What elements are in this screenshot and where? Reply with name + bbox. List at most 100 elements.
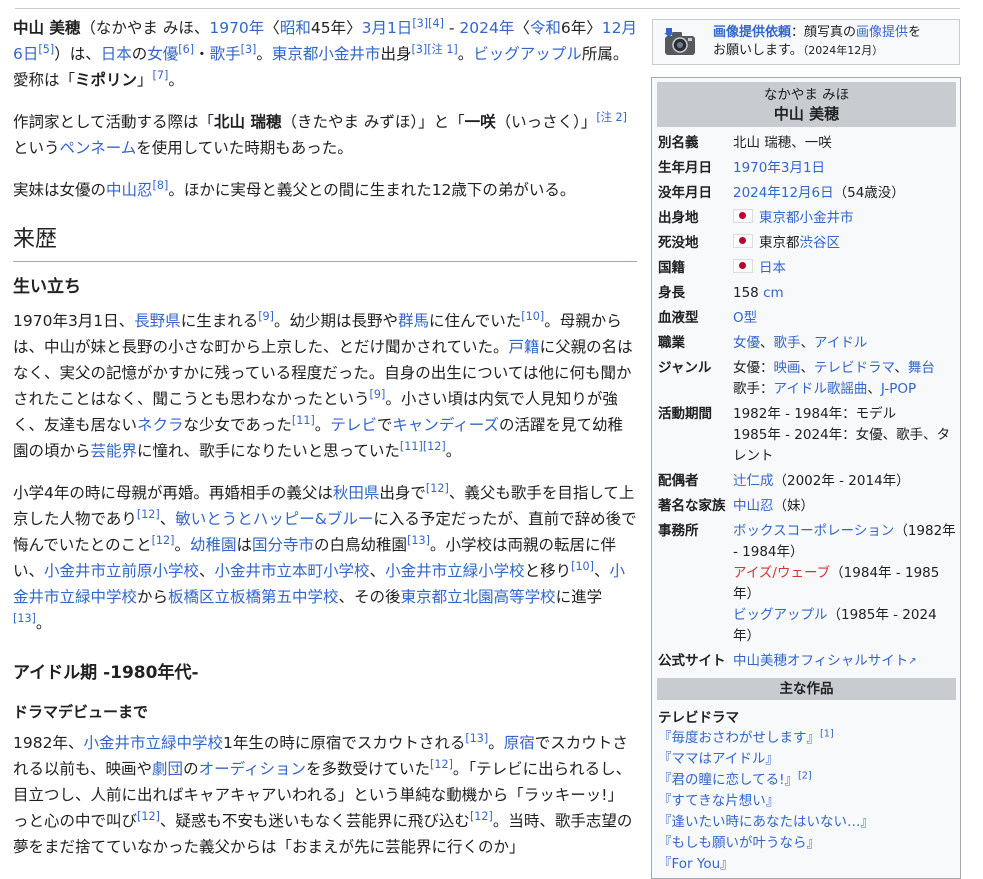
link-geinokai[interactable]: 芸能界: [91, 442, 138, 460]
link-genre-jpop[interactable]: J-POP: [881, 381, 916, 397]
link-nekura[interactable]: ネクラ: [137, 416, 184, 434]
ref-link[interactable]: [12]: [430, 758, 453, 771]
link-actress[interactable]: 女優: [147, 45, 178, 63]
link-school-1[interactable]: 小金井市立前原小学校: [44, 562, 199, 580]
link-akita[interactable]: 秋田県: [333, 484, 380, 502]
link-kindergarten[interactable]: 幼稚園: [190, 536, 237, 554]
link-group[interactable]: 敏いとうとハッピー&ブルー: [175, 510, 373, 528]
link-harajuku[interactable]: 原宿: [504, 734, 535, 752]
work-item[interactable]: 『君の瞳に恋してる!』[2]: [652, 770, 960, 791]
work-title[interactable]: 『もしも願いが叶うなら』: [658, 835, 820, 851]
link-genre-drama[interactable]: テレビドラマ: [814, 360, 894, 376]
work-item[interactable]: 『逢いたい時にあなたはいない…』: [652, 812, 960, 833]
link-tv[interactable]: テレビ: [330, 416, 377, 434]
link-birth-day[interactable]: 3月1日: [362, 19, 413, 37]
ref-link[interactable]: [7]: [153, 69, 169, 82]
link-blood[interactable]: O型: [733, 310, 757, 326]
link-reiwa[interactable]: 令和: [530, 19, 561, 37]
ref-link[interactable]: [13]: [407, 534, 430, 547]
link-birthdate[interactable]: 1970年3月1日: [733, 160, 825, 176]
ref-link[interactable]: [5]: [38, 43, 54, 56]
ref-link[interactable]: [3]: [241, 43, 257, 56]
note-link[interactable]: [注 2]: [596, 111, 627, 124]
link-job-idol[interactable]: アイドル: [814, 335, 867, 351]
ref-link[interactable]: [10]: [521, 310, 544, 323]
link-kokubunji[interactable]: 国分寺市: [252, 536, 314, 554]
work-title[interactable]: 『すてきな片想い』: [658, 793, 779, 809]
ref-link[interactable]: [9]: [370, 388, 386, 401]
link-spouse[interactable]: 辻仁成: [733, 473, 774, 489]
work-item[interactable]: 『For You』: [652, 854, 960, 875]
ref-link[interactable]: [11]: [292, 414, 315, 427]
ref-link[interactable]: [10]: [571, 560, 594, 573]
link-school-5[interactable]: 板橋区立板橋第五中学校: [168, 588, 339, 606]
link-deathdate[interactable]: 2024年12月6日: [733, 185, 834, 201]
link-showa[interactable]: 昭和: [280, 19, 311, 37]
link-birthplace[interactable]: 東京都小金井市: [272, 45, 381, 63]
link-official-site[interactable]: 中山美穂オフィシャルサイト: [733, 653, 908, 669]
link-family[interactable]: 中山忍: [733, 498, 774, 514]
link-school-3[interactable]: 小金井市立緑小学校: [385, 562, 525, 580]
ref-link[interactable]: [12]: [470, 810, 493, 823]
link-agency-1[interactable]: ボックスコーポレーション: [733, 523, 894, 539]
ref-link[interactable]: [12]: [137, 810, 160, 823]
link-gekidan[interactable]: 劇団: [152, 760, 183, 778]
ref-link[interactable]: [2]: [798, 771, 812, 782]
link-cm[interactable]: cm: [763, 285, 784, 301]
link-genre-idol[interactable]: アイドル歌謡曲: [774, 381, 868, 397]
link-death-year[interactable]: 2024年: [459, 19, 514, 37]
link-middle-school[interactable]: 小金井市立緑中学校: [83, 734, 223, 752]
link-school-2[interactable]: 小金井市立本町小学校: [215, 562, 370, 580]
ref-link[interactable]: [9]: [258, 310, 274, 323]
link-sister[interactable]: 中山忍: [106, 181, 153, 199]
work-title[interactable]: 『ママはアイドル』: [658, 751, 779, 767]
link-japan[interactable]: 日本: [101, 45, 132, 63]
work-title[interactable]: 『逢いたい時にあなたはいない…』: [658, 814, 874, 830]
link-birth-year[interactable]: 1970年: [209, 19, 264, 37]
link-penname[interactable]: ペンネーム: [60, 139, 137, 157]
link-nationality[interactable]: 日本: [759, 260, 786, 276]
work-title[interactable]: 『For You』: [658, 856, 734, 872]
ref-link[interactable]: [6]: [178, 43, 194, 56]
link-job-singer[interactable]: 歌手: [774, 335, 801, 351]
link-candies[interactable]: キャンディーズ: [392, 416, 499, 434]
link-agency-3[interactable]: ビッグアップル: [733, 607, 828, 623]
ref-link[interactable]: [3]: [411, 43, 427, 56]
notice-date: （2024年12月）: [802, 44, 884, 57]
ref-link[interactable]: [12]: [137, 508, 160, 521]
work-item[interactable]: 『もしも願いが叶うなら』: [652, 833, 960, 854]
link-gunma[interactable]: 群馬: [398, 312, 429, 330]
image-request-link[interactable]: 画像提供依頼: [713, 25, 791, 40]
link-school-6[interactable]: 東京都立北園高等学校: [401, 588, 556, 606]
link-koseki[interactable]: 戸籍: [509, 338, 540, 356]
ref-link[interactable]: [13]: [465, 732, 488, 745]
link-shibuya[interactable]: 渋谷区: [800, 235, 841, 251]
link-singer[interactable]: 歌手: [210, 45, 241, 63]
work-item[interactable]: 『毎度おさわがせします』[1]: [652, 728, 960, 749]
link-origin[interactable]: 東京都小金井市: [759, 210, 854, 226]
ref-link[interactable]: [12]: [152, 534, 175, 547]
work-item[interactable]: 『ママはアイドル』: [652, 749, 960, 770]
ref-link[interactable]: [11]: [400, 440, 423, 453]
link-genre-stage[interactable]: 舞台: [908, 360, 935, 376]
subsubsection-heading-drama: ドラマデビューまで: [13, 703, 149, 721]
link-genre-film[interactable]: 映画: [774, 360, 801, 376]
ref-link[interactable]: [4]: [428, 17, 444, 30]
work-item[interactable]: 『すてきな片想い』: [652, 791, 960, 812]
image-provide-link[interactable]: 画像提供: [856, 25, 908, 40]
note-link[interactable]: [注 1]: [427, 43, 458, 56]
ref-link[interactable]: [12]: [423, 440, 446, 453]
link-audition[interactable]: オーディション: [199, 760, 306, 778]
ref-link[interactable]: [1]: [820, 729, 834, 740]
work-title[interactable]: 『君の瞳に恋してる!』: [658, 772, 798, 788]
link-nagano[interactable]: 長野県: [134, 312, 181, 330]
infobox-header: なかやま みほ 中山 美穂: [657, 82, 956, 127]
ref-link[interactable]: [3]: [412, 17, 428, 30]
link-agency-2[interactable]: アイズ/ウェーブ: [733, 565, 830, 581]
link-job-actress[interactable]: 女優: [733, 335, 760, 351]
ref-link[interactable]: [8]: [153, 179, 169, 192]
work-title[interactable]: 『毎度おさわがせします』: [658, 730, 820, 746]
ref-link[interactable]: [13]: [13, 612, 36, 625]
link-agency[interactable]: ビッグアップル: [473, 45, 582, 63]
ref-link[interactable]: [12]: [426, 482, 449, 495]
